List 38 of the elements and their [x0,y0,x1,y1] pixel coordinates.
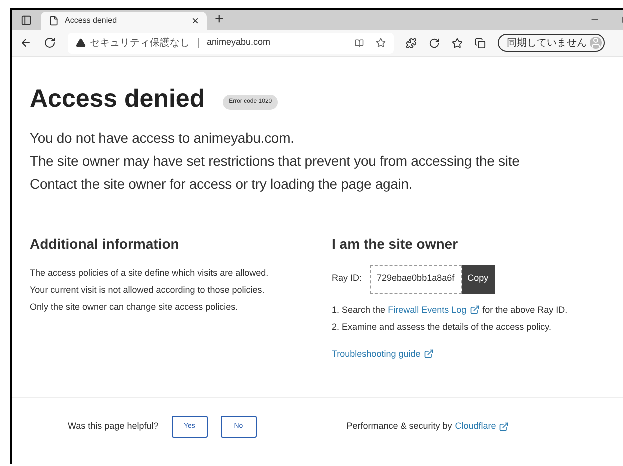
message-text: You do not have access to animeyabu.com. [30,128,296,148]
favorites-icon[interactable] [452,38,463,48]
section-heading: Additional information [30,234,180,254]
instruction-step: 2. Examine and assess the details of the access policy. [332,318,568,336]
address-bar[interactable]: セキュリティ保護なし animeyabu.com [68,32,394,54]
troubleshooting-link[interactable]: Troubleshooting guide [332,348,421,361]
cloudflare-link[interactable]: Cloudflare [455,420,496,434]
credit-text: Performance & security by [346,420,452,434]
page-icon [49,16,59,26]
ray-id-label: Ray ID: [332,272,362,286]
external-link-icon [499,422,510,432]
profile-button[interactable]: 同期していません [498,34,605,52]
reload-icon[interactable] [44,37,56,49]
security-label: セキュリティ保護なし [90,36,190,50]
new-tab-button[interactable]: + [215,8,224,32]
collections-icon[interactable] [475,38,486,48]
copy-button[interactable]: Copy [462,264,495,294]
external-link-icon [470,305,480,316]
feedback-question: Was this page helpful? [68,420,159,434]
tab-panel-icon[interactable] [21,14,32,26]
ray-id-field: 729ebae0bb1a8a6f [370,264,462,294]
close-tab-button[interactable]: × [192,12,199,30]
avatar-icon [590,37,602,49]
firewall-log-link[interactable]: Firewall Events Log [388,304,467,314]
info-paragraph: Only the site owner can change site access policies. [30,300,240,314]
message-text: Contact the site owner for access or try loading the page again. [30,174,414,194]
back-icon[interactable] [20,37,32,49]
external-link-icon [424,349,434,360]
instruction-step: 1. Search the Firewall Events Log for the above Ray ID. [332,302,568,318]
warning-icon [76,38,86,48]
browser-tab[interactable]: Access denied × [41,12,207,30]
page-title: Access denied [30,84,206,115]
tab-title: Access denied [65,15,118,27]
info-paragraph: The access policies of a site define which visits are allowed. Your current visit is not allowed according to those policies. [30,266,270,297]
section-heading: I am the site owner [332,234,460,254]
favorite-icon[interactable] [376,38,386,48]
url-text: animeyabu.com [207,36,272,50]
message-text: The site owner may have set restrictions that prevent you from accessing the site [30,152,521,170]
